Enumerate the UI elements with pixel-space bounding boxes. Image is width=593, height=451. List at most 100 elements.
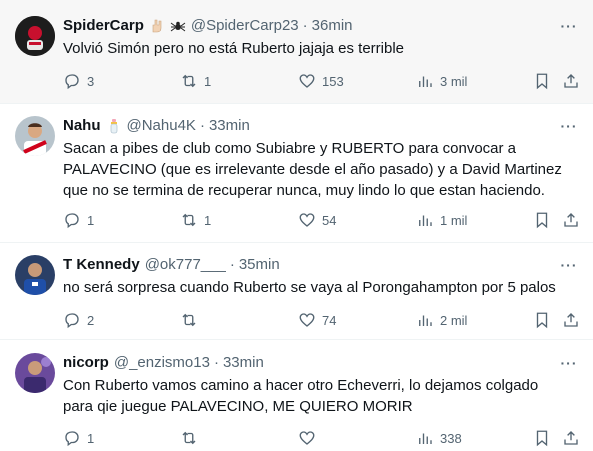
reply-button[interactable]: 2 — [63, 310, 94, 330]
separator-dot: · — [199, 117, 205, 134]
tweet-header: Nahu @Nahu4K · 33min — [63, 116, 250, 136]
bookmark-icon — [536, 212, 548, 229]
views-button[interactable]: 2 mil — [416, 310, 467, 330]
tweet[interactable]: SpiderCarp @SpiderCarp23 · 36min ··· Vol… — [0, 0, 593, 104]
share-icon — [564, 313, 578, 327]
tweet-text: no será sorpresa cuando Ruberto se vaya … — [63, 279, 556, 296]
share-button[interactable] — [562, 428, 580, 448]
retweet-icon — [182, 74, 196, 88]
tweet-actions: 1 1 54 1 mil — [0, 210, 593, 230]
like-button[interactable] — [298, 428, 322, 448]
user-handle[interactable]: @SpiderCarp23 — [191, 16, 299, 36]
view-count: 1 mil — [440, 212, 468, 228]
views-icon — [419, 76, 432, 87]
heart-icon — [299, 431, 315, 445]
like-button[interactable]: 153 — [298, 71, 344, 91]
user-handle[interactable]: @_enzismo13 — [114, 353, 210, 373]
retweet-button[interactable] — [180, 310, 204, 330]
tweet-text: Volvió Simón pero no está Ruberto jajaja… — [63, 40, 405, 57]
bookmark-button[interactable] — [533, 210, 551, 230]
reply-icon — [65, 74, 79, 90]
retweet-icon — [182, 313, 196, 327]
avatar[interactable] — [15, 255, 55, 295]
heart-icon — [299, 313, 315, 327]
reply-count: 1 — [87, 430, 95, 446]
bookmark-icon — [536, 73, 548, 90]
user-handle[interactable]: @Nahu4K — [127, 116, 196, 136]
timestamp[interactable]: 33min — [209, 116, 250, 136]
tweet-actions: 2 74 2 mil — [0, 310, 593, 330]
avatar[interactable] — [15, 353, 55, 393]
reply-count: 3 — [87, 73, 95, 89]
view-count: 338 — [440, 430, 462, 446]
views-icon — [419, 215, 432, 226]
heart-icon — [299, 213, 315, 227]
heart-icon — [299, 74, 315, 88]
display-name[interactable]: Nahu — [63, 116, 101, 136]
more-icon[interactable]: ··· — [559, 16, 579, 36]
separator-dot: · — [229, 256, 235, 273]
views-button[interactable]: 3 mil — [416, 71, 467, 91]
reply-count: 2 — [87, 312, 95, 328]
display-name[interactable]: T Kennedy — [63, 255, 140, 275]
retweet-button[interactable] — [180, 428, 204, 448]
retweet-count: 1 — [204, 73, 212, 89]
tweet[interactable]: nicorp @_enzismo13 · 33min ··· Con Ruber… — [0, 340, 593, 451]
share-icon — [564, 213, 578, 227]
bookmark-icon — [536, 312, 548, 329]
reply-icon — [65, 213, 79, 229]
tweet-header: nicorp @_enzismo13 · 33min — [63, 353, 264, 373]
tweet-header: T Kennedy @ok777___ · 35min — [63, 255, 280, 275]
display-name[interactable]: nicorp — [63, 353, 109, 373]
reply-button[interactable]: 1 — [63, 428, 94, 448]
reply-count: 1 — [87, 212, 95, 228]
views-button[interactable]: 338 — [416, 428, 462, 448]
like-count: 54 — [322, 212, 337, 228]
hand-emoji-icon — [149, 18, 165, 34]
like-count: 74 — [322, 312, 337, 328]
tweet-actions: 1 338 — [0, 428, 593, 448]
avatar[interactable] — [15, 16, 55, 56]
share-button[interactable] — [562, 71, 580, 91]
timestamp[interactable]: 33min — [223, 353, 264, 373]
like-button[interactable]: 54 — [298, 210, 336, 230]
views-icon — [419, 433, 432, 444]
tweet-header: SpiderCarp @SpiderCarp23 · 36min — [63, 16, 353, 36]
retweet-icon — [182, 431, 196, 445]
tweet[interactable]: T Kennedy @ok777___ · 35min ··· no será … — [0, 243, 593, 340]
reply-button[interactable]: 1 — [63, 210, 94, 230]
separator-dot: · — [213, 354, 219, 371]
tweet-actions: 3 1 153 3 mil — [0, 71, 593, 91]
share-icon — [564, 74, 578, 88]
bookmark-button[interactable] — [533, 428, 551, 448]
bookmark-button[interactable] — [533, 310, 551, 330]
retweet-button[interactable]: 1 — [180, 210, 211, 230]
retweet-count: 1 — [204, 212, 212, 228]
bookmark-icon — [536, 430, 548, 447]
views-button[interactable]: 1 mil — [416, 210, 467, 230]
reply-icon — [65, 431, 79, 447]
spider-emoji-icon — [170, 18, 186, 34]
more-icon[interactable]: ··· — [559, 116, 579, 136]
retweet-button[interactable]: 1 — [180, 71, 211, 91]
tweet-text: Sacan a pibes de club como Subiabre y RU… — [63, 140, 562, 199]
tweet-text: Con Ruberto vamos camino a hacer otro Ec… — [63, 377, 539, 415]
reply-button[interactable]: 3 — [63, 71, 94, 91]
share-icon — [564, 431, 578, 445]
baby-bottle-emoji-icon — [106, 118, 122, 134]
timestamp[interactable]: 35min — [239, 255, 280, 275]
view-count: 2 mil — [440, 312, 468, 328]
share-button[interactable] — [562, 310, 580, 330]
tweet[interactable]: Nahu @Nahu4K · 33min ··· Sacan a pibes d… — [0, 104, 593, 243]
user-handle[interactable]: @ok777___ — [145, 255, 226, 275]
more-icon[interactable]: ··· — [559, 255, 579, 275]
display-name[interactable]: SpiderCarp — [63, 16, 144, 36]
separator-dot: · — [302, 17, 308, 34]
like-button[interactable]: 74 — [298, 310, 336, 330]
more-icon[interactable]: ··· — [559, 353, 579, 373]
avatar[interactable] — [15, 116, 55, 156]
like-count: 153 — [322, 73, 344, 89]
share-button[interactable] — [562, 210, 580, 230]
timestamp[interactable]: 36min — [312, 16, 353, 36]
bookmark-button[interactable] — [533, 71, 551, 91]
